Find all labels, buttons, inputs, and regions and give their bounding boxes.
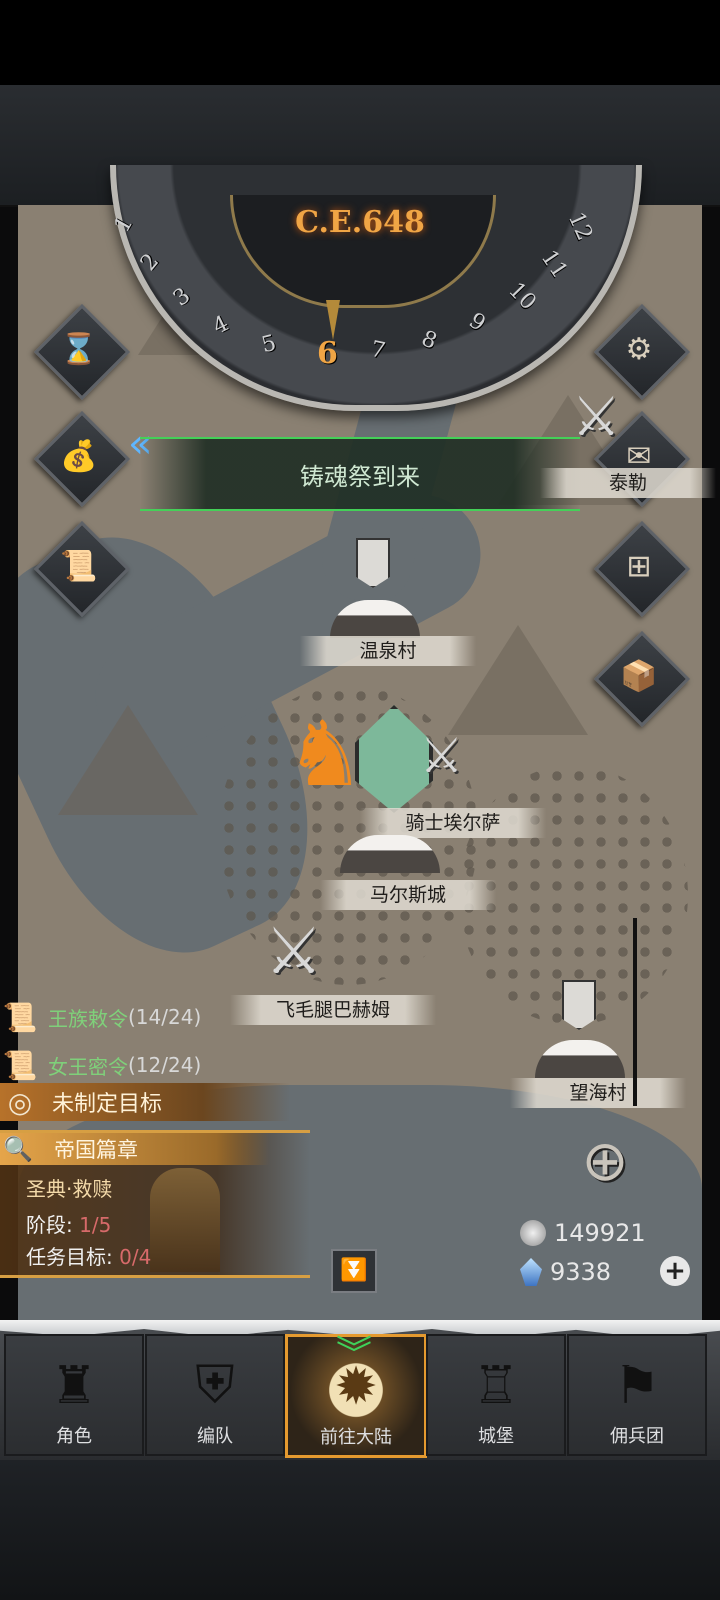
crossed-swords-icon: ⚔ (265, 915, 323, 989)
year-label: C.E.648 (295, 205, 425, 240)
gear-icon: ⚙ (625, 331, 653, 367)
tab-character[interactable]: ♜ 角色 (4, 1334, 144, 1456)
stage-value: 1/5 (79, 1213, 112, 1237)
player-army-icon[interactable]: ♞ (285, 700, 366, 820)
silver-coin-icon (520, 1220, 546, 1246)
letter-scroll-icon: 📜 (2, 1048, 38, 1082)
quest-label: 王族敕令 (48, 1006, 128, 1031)
place-label-hot-spring[interactable]: 温泉村 (300, 636, 476, 666)
quest-row-royal[interactable]: 📜 王族敕令 (14/24) (0, 995, 202, 1039)
month-6-current[interactable]: 6 (317, 336, 338, 371)
tab-formation[interactable]: ⛨ 编队 (145, 1334, 285, 1456)
hourglass-icon: ⌛ (60, 331, 98, 367)
place-label-bahum[interactable]: 飞毛腿巴赫姆 (230, 995, 436, 1025)
tab-label: 佣兵团 (610, 1426, 664, 1447)
crossed-swords-icon: ⚔ (420, 728, 464, 784)
status-bar-area (0, 0, 720, 85)
chapter-title: 圣典·救赎 (26, 1177, 113, 1201)
quest-progress: (14/24) (128, 1005, 202, 1029)
crystal-amount: 9338 (550, 1258, 612, 1286)
tab-label: 城堡 (478, 1426, 514, 1447)
quest-row-queen[interactable]: 📜 女王密令 (12/24) (0, 1043, 202, 1087)
target-check-icon: ◎ (7, 1085, 33, 1119)
place-label-tai[interactable]: 泰勒 (540, 468, 716, 498)
locate-crosshair-icon[interactable]: ⊕ (555, 1126, 655, 1196)
tab-label: 角色 (56, 1426, 92, 1447)
gate-icon: ⊞ (626, 548, 652, 584)
search-icon: 🔍 (3, 1135, 33, 1163)
collapse-button[interactable]: ⏬ (331, 1249, 377, 1293)
tab-castle[interactable]: ♖ 城堡 (426, 1334, 566, 1456)
helmet-icon: ⛨ (195, 1355, 235, 1415)
decree-scroll-icon: 📜 (2, 1000, 38, 1034)
place-label-sea-village[interactable]: 望海村 (510, 1078, 686, 1108)
goal-bar[interactable]: ◎ 未制定目标 (0, 1083, 290, 1121)
quest-progress: (12/24) (128, 1053, 202, 1077)
chevron-down-icon: ︾ (336, 1334, 373, 1375)
castle-icon: ♖ (472, 1356, 520, 1416)
tab-label: 编队 (197, 1426, 233, 1447)
add-crystal-button[interactable]: + (660, 1256, 690, 1286)
map-scroll-track (633, 918, 637, 1106)
knight-icon: ♜ (50, 1356, 98, 1416)
scroll-icon: 📜 (60, 548, 98, 584)
stage-label: 阶段: (26, 1213, 73, 1237)
chapter-panel[interactable]: 🔍 帝国篇章 圣典·救赎 阶段: 1/5 任务目标: 0/4 (0, 1130, 310, 1278)
silver-display: 149921 (520, 1214, 670, 1252)
crystal-icon (520, 1258, 542, 1286)
quest-label: 女王密令 (48, 1054, 128, 1079)
money-bag-icon: 💰 (60, 438, 98, 474)
place-label-mars-city[interactable]: 马尔斯城 (320, 880, 496, 910)
bottom-bezel (0, 1460, 720, 1600)
goal-text: 未制定目标 (52, 1092, 163, 1117)
event-banner-text: 铸魂祭到来 (300, 462, 420, 491)
mercenary-icon: ⚑ (613, 1356, 661, 1416)
crossed-swords-icon: ⚔ (572, 385, 621, 448)
statue-figure (150, 1168, 220, 1272)
target-value: 0/4 (119, 1245, 152, 1269)
tab-mercenary[interactable]: ⚑ 佣兵团 (567, 1334, 707, 1456)
event-banner[interactable]: 铸魂祭到来 (140, 437, 580, 511)
tab-label: 前往大陆 (320, 1427, 392, 1448)
supplies-icon: 📦 (620, 658, 658, 694)
silver-amount: 149921 (554, 1219, 646, 1247)
chapter-header: 帝国篇章 (54, 1138, 138, 1162)
crystal-display: 9338 (520, 1253, 670, 1291)
place-label-knight[interactable]: 骑士埃尔萨 (360, 808, 546, 838)
target-label: 任务目标: (26, 1245, 113, 1269)
tab-continent[interactable]: ︾ ✹ 前往大陆 (285, 1334, 427, 1458)
